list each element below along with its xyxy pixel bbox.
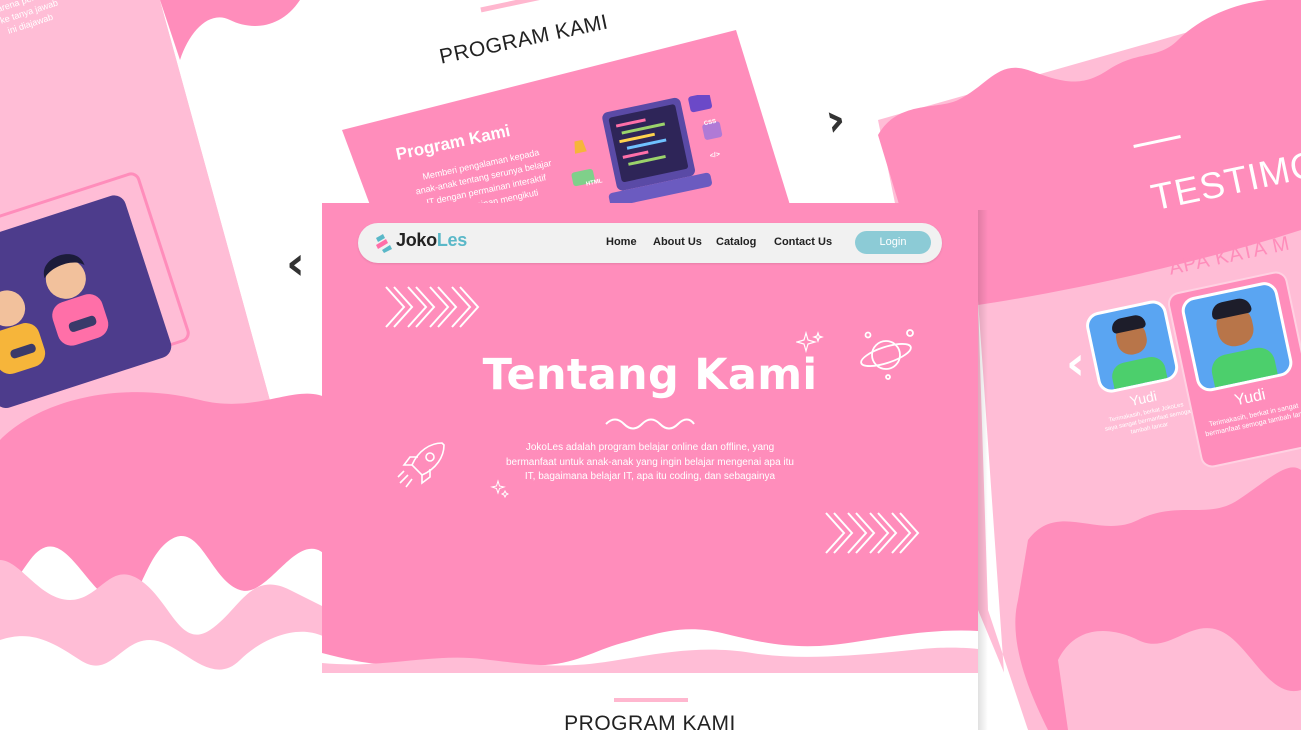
left-preview-background: karena per ke tanya jawab ini diajawab — [0, 0, 330, 730]
slider-prev-arrow[interactable]: ‹ — [286, 236, 305, 290]
laptop-code-illustration — [571, 95, 723, 205]
nav-link-catalog[interactable]: Catalog — [716, 236, 756, 248]
bottom-wave — [322, 629, 978, 673]
squiggle-divider-icon — [605, 418, 695, 430]
nav-link-home[interactable]: Home — [606, 236, 637, 248]
hero-title: Tentang Kami — [482, 350, 818, 400]
avatar — [1083, 297, 1181, 396]
nav-link-contact-us[interactable]: Contact Us — [774, 236, 832, 248]
brand-name-les: Les — [436, 230, 467, 250]
chevrons-decoration-icon — [825, 512, 920, 554]
bottom-heading-bar — [614, 698, 688, 702]
tentang-kami-page: JokoLes Home About Us Catalog Contact Us… — [322, 203, 978, 673]
navbar: JokoLes Home About Us Catalog Contact Us… — [358, 223, 942, 263]
chevrons-decoration-icon — [385, 286, 480, 328]
rocket-icon — [397, 442, 445, 488]
testimonial-prev-arrow[interactable]: ‹ — [1066, 336, 1085, 390]
hero-description: JokoLes adalah program belajar online da… — [506, 442, 794, 482]
program-kami-heading: PROGRAM KAMI — [564, 712, 736, 735]
brand-name-joko: Joko — [396, 230, 437, 250]
card-shadow — [978, 210, 988, 730]
brand-name[interactable]: JokoLes — [396, 230, 467, 251]
nav-link-about-us[interactable]: About Us — [653, 236, 702, 248]
login-button[interactable]: Login — [855, 231, 931, 254]
avatar — [1179, 279, 1295, 394]
jokoles-logo-icon — [376, 234, 392, 253]
